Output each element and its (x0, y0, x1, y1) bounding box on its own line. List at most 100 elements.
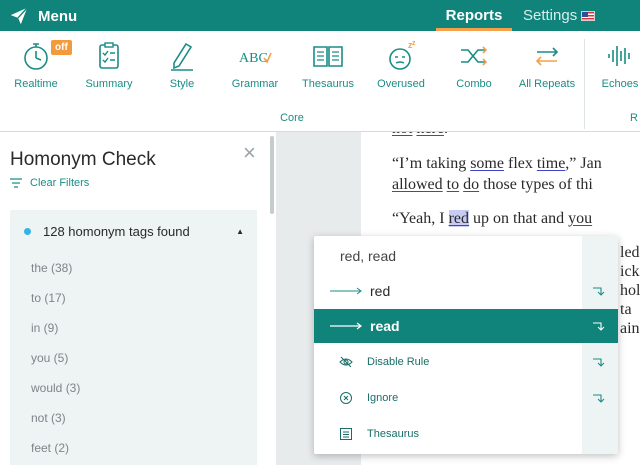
disable-rule-label: Disable Rule (367, 356, 430, 368)
tool-summary[interactable]: Summary (72, 39, 146, 90)
report-toolbar: Realtime off Summary Style ABC Grammar T… (0, 31, 640, 132)
doc-text: those types of thi (479, 176, 593, 193)
pen-icon (171, 42, 193, 71)
homonym-word[interactable]: time (537, 155, 565, 172)
menu-label: Menu (38, 7, 78, 25)
stopwatch-icon (24, 43, 48, 70)
list-item[interactable]: would (3) (31, 380, 80, 410)
book-icon (313, 46, 343, 67)
suggestion-red[interactable]: red (314, 274, 618, 308)
tool-echoes-label: Echoes (601, 78, 639, 90)
realtime-off-badge: off (51, 40, 72, 55)
thesaurus-label: Thesaurus (367, 428, 419, 440)
filter-icon (10, 178, 22, 188)
tool-style[interactable]: Style (145, 39, 219, 90)
homonym-word[interactable]: here (416, 132, 444, 137)
list-item[interactable]: feet (2) (31, 440, 80, 465)
suggestion-label: read (370, 318, 400, 334)
doc-line: not here. (392, 132, 448, 138)
tool-grammar[interactable]: ABC Grammar (218, 39, 292, 90)
list-item[interactable]: not (3) (31, 410, 80, 440)
list-item[interactable]: the (38) (31, 260, 80, 290)
homonym-word[interactable]: to (447, 176, 459, 193)
homonym-results-toggle[interactable]: 128 homonym tags found ▲ (24, 224, 244, 239)
clipboard-icon (99, 42, 119, 69)
abc-check-icon: ABC (239, 51, 272, 66)
replace-shortcut-icon (593, 322, 605, 331)
tool-grammar-label: Grammar (231, 78, 279, 90)
doc-fragment: holi (620, 282, 640, 299)
homonym-word[interactable]: allowed (392, 176, 443, 193)
book-icon (340, 428, 352, 440)
tool-overused-label: Overused (377, 78, 425, 90)
homonym-panel: Homonym Check × Clear Filters 128 homony… (0, 132, 276, 465)
disable-shortcut-icon (593, 358, 605, 367)
homonym-word[interactable]: you (568, 210, 592, 227)
tab-settings[interactable]: Settings (523, 0, 596, 31)
toolbar-divider (584, 39, 585, 129)
doc-text: “I’m taking (392, 155, 471, 172)
tool-realtime-label: Realtime (14, 78, 58, 90)
doc-line: “Yeah, I red up on that and you (392, 210, 592, 228)
tab-reports[interactable]: Reports (436, 0, 512, 31)
repeat-arrows-icon (535, 47, 559, 66)
chevron-up-icon: ▲ (236, 227, 244, 236)
tool-thesaurus[interactable]: Thesaurus (291, 39, 365, 90)
menu-button[interactable]: Menu (8, 4, 77, 28)
doc-fragment: ta (620, 301, 632, 318)
popup-title: red, read (340, 248, 397, 264)
doc-fragment: ain. (620, 320, 640, 337)
doc-text: flex (503, 155, 537, 172)
tool-thesaurus-label: Thesaurus (302, 78, 354, 90)
list-item[interactable]: in (9) (31, 320, 80, 350)
homonym-word[interactable]: some (470, 155, 504, 172)
homonym-word[interactable]: not (392, 132, 412, 137)
tool-overused[interactable]: z z Overused (364, 39, 438, 90)
tool-all-repeats[interactable]: All Repeats (510, 39, 584, 90)
shortcut-column (582, 236, 618, 454)
doc-text: . (444, 132, 448, 137)
panel-title: Homonym Check (10, 149, 156, 170)
homonym-word-list: the (38) to (17) in (9) you (5) would (3… (31, 260, 80, 465)
tool-all-repeats-label: All Repeats (518, 78, 576, 90)
tool-combo[interactable]: Combo (437, 39, 511, 90)
doc-line: allowed to do those types of thi (392, 176, 593, 194)
eye-off-icon (339, 356, 353, 368)
top-bar: Menu Reports Settings (0, 0, 640, 31)
logo-icon (10, 7, 28, 25)
disable-rule-button[interactable]: Disable Rule (314, 346, 582, 378)
highlighted-homonym[interactable]: red (448, 210, 470, 227)
replace-shortcut-icon (593, 287, 605, 296)
clear-filters-label: Clear Filters (30, 177, 90, 189)
suggestion-label: red (370, 283, 391, 299)
list-item[interactable]: to (17) (31, 290, 80, 320)
circle-x-icon (340, 392, 352, 404)
tool-summary-label: Summary (85, 78, 133, 90)
thesaurus-button[interactable]: Thesaurus (314, 418, 582, 450)
doc-line: “I’m taking some flex time,” Jan (392, 155, 602, 173)
tool-style-label: Style (169, 78, 195, 90)
core-group-label: Core (280, 112, 304, 124)
tool-echoes[interactable]: Echoes (583, 39, 640, 90)
doc-text: up on that and (469, 210, 569, 227)
tool-combo-label: Combo (456, 78, 492, 90)
close-icon[interactable]: × (243, 140, 256, 166)
ignore-button[interactable]: Ignore (314, 382, 582, 414)
tool-realtime[interactable]: Realtime off (0, 39, 73, 90)
arrow-right-icon (330, 322, 362, 330)
doc-fragment: led (620, 244, 640, 261)
tab-settings-label: Settings (523, 7, 578, 24)
suggestion-popup: red, read red read Disable Rule Ignore T… (314, 236, 618, 454)
homonym-word[interactable]: do (463, 176, 479, 193)
doc-text: “Yeah, I (392, 210, 449, 227)
doc-fragment: ick (620, 263, 640, 280)
clear-filters-button[interactable]: Clear Filters (10, 177, 89, 189)
arrow-right-icon (330, 287, 362, 295)
list-item[interactable]: you (5) (31, 350, 80, 380)
ignore-label: Ignore (367, 392, 399, 404)
panel-scrollbar[interactable] (270, 136, 274, 214)
suggestion-read[interactable]: read (314, 309, 618, 343)
found-count-label: 128 homonym tags found (43, 224, 190, 239)
status-dot (24, 228, 31, 235)
shuffle-icon (461, 46, 488, 66)
